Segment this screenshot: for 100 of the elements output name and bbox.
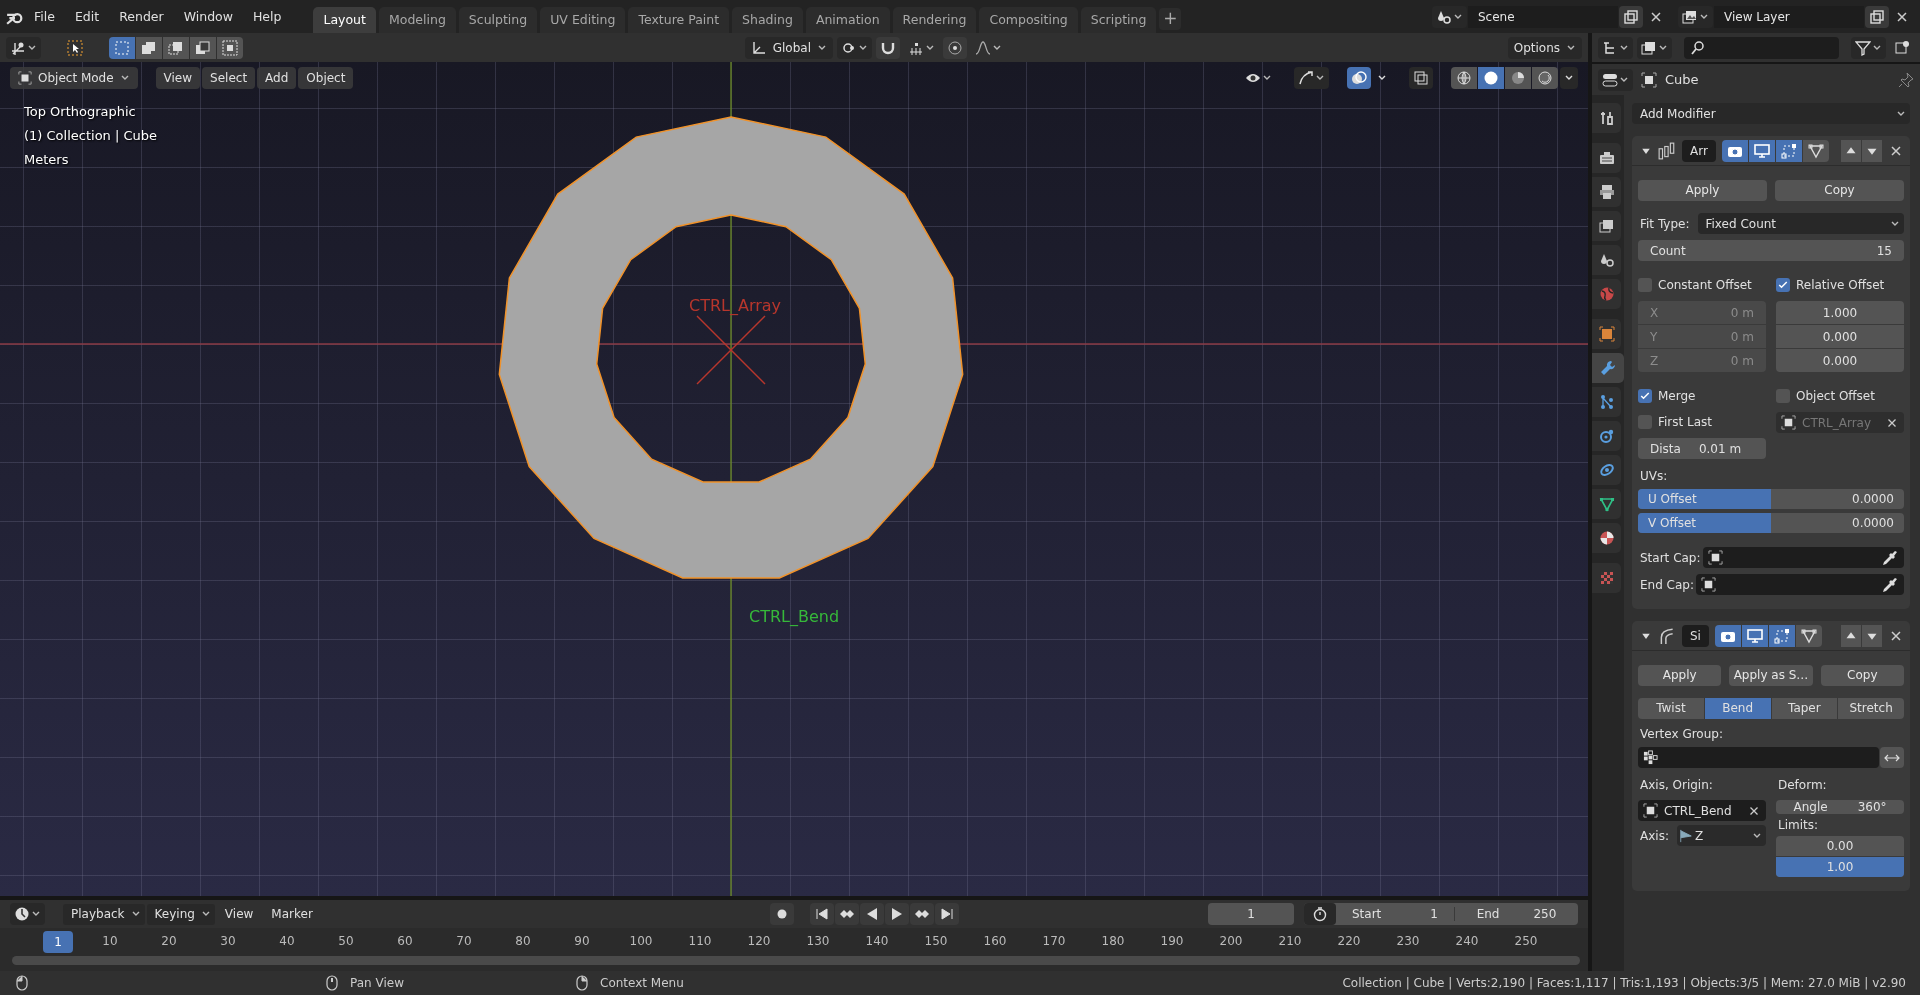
- vertex-group-field[interactable]: [1638, 747, 1879, 768]
- mode-tab[interactable]: Twist: [1638, 698, 1704, 719]
- gizmo-button[interactable]: [1294, 67, 1329, 89]
- menu-item[interactable]: Help: [242, 6, 292, 27]
- snap-button[interactable]: [876, 36, 900, 59]
- stopwatch-button[interactable]: [1304, 903, 1336, 925]
- move-up-button[interactable]: [1841, 139, 1861, 162]
- checkbox[interactable]: First Last: [1638, 412, 1766, 432]
- viewport-menu[interactable]: View: [155, 67, 201, 89]
- visibility-toggle[interactable]: [1802, 139, 1829, 162]
- current-frame-marker[interactable]: 1: [43, 931, 73, 953]
- duplicate-button[interactable]: [1619, 5, 1643, 28]
- modifier-action-button[interactable]: Apply: [1638, 665, 1722, 686]
- search-field[interactable]: [1684, 36, 1839, 59]
- editor-type-button[interactable]: [1598, 36, 1633, 59]
- selector-button[interactable]: [1432, 5, 1467, 28]
- visibility-toggle[interactable]: [1775, 139, 1802, 162]
- shading-menu-button[interactable]: [1560, 67, 1578, 89]
- modifier-name-field[interactable]: Si: [1682, 624, 1709, 647]
- mode-dropdown[interactable]: Object Mode: [10, 67, 138, 89]
- workspace-tab[interactable]: Compositing: [979, 7, 1078, 33]
- angle-field[interactable]: Angle 360°: [1776, 800, 1904, 814]
- workspace-tab[interactable]: Layout: [313, 7, 376, 33]
- timeline-scrollbar[interactable]: [12, 956, 1580, 965]
- timeline-menu[interactable]: View: [216, 903, 262, 925]
- timeline-menu[interactable]: Playback: [63, 903, 145, 925]
- offset-field[interactable]: 1.000: [1776, 301, 1904, 324]
- workspace-tab[interactable]: Texture Paint: [628, 7, 730, 33]
- visibility-toggle[interactable]: [1741, 624, 1768, 647]
- workspace-tab[interactable]: Sculpting: [458, 7, 538, 33]
- jump-end-button[interactable]: [934, 903, 959, 925]
- workspace-tab[interactable]: Shading: [732, 7, 803, 33]
- duplicate-button[interactable]: [1865, 5, 1889, 28]
- visibility-toggle[interactable]: [1748, 139, 1775, 162]
- add-modifier-dropdown[interactable]: Add Modifier: [1632, 103, 1910, 124]
- properties-tab[interactable]: [1592, 211, 1621, 241]
- play-button[interactable]: [884, 903, 909, 925]
- axis-dropdown[interactable]: Z: [1676, 825, 1766, 846]
- editor-type-button[interactable]: [1598, 68, 1633, 91]
- overlays-button[interactable]: [1347, 67, 1371, 89]
- viewport-menu[interactable]: Object: [298, 67, 354, 89]
- ring-mesh[interactable]: [498, 116, 964, 579]
- uv-offset-slider[interactable]: U Offset 0.0000: [1638, 489, 1904, 509]
- pivot-button[interactable]: [837, 36, 872, 59]
- properties-tab[interactable]: [1592, 387, 1621, 417]
- properties-tab[interactable]: [1592, 245, 1621, 275]
- mode-tab[interactable]: Stretch: [1838, 698, 1904, 719]
- properties-tab[interactable]: [1592, 103, 1621, 133]
- shading-button[interactable]: [1505, 67, 1531, 89]
- workspace-tab[interactable]: UV Editing: [540, 7, 626, 33]
- visibility-toggle[interactable]: [1721, 139, 1748, 162]
- end-frame-field[interactable]: End 250: [1454, 907, 1578, 921]
- limit-slider[interactable]: 1.00: [1776, 857, 1904, 877]
- modifier-action-button[interactable]: Apply: [1638, 180, 1767, 201]
- proportional-edit-button[interactable]: [943, 36, 967, 59]
- select-mode-button[interactable]: [136, 36, 162, 59]
- move-down-button[interactable]: [1862, 624, 1882, 647]
- editor-type-button[interactable]: [6, 36, 41, 59]
- workspace-tab[interactable]: Rendering: [892, 7, 977, 33]
- distance-field[interactable]: Dista 0.01 m: [1638, 438, 1766, 459]
- workspace-tab[interactable]: Scripting: [1080, 7, 1157, 33]
- mode-tab[interactable]: Taper: [1771, 698, 1838, 719]
- modifier-action-button[interactable]: Copy: [1820, 665, 1904, 686]
- add-workspace-button[interactable]: +: [1159, 8, 1182, 30]
- current-frame-field[interactable]: 1: [1208, 903, 1294, 925]
- menu-item[interactable]: Window: [173, 6, 243, 27]
- properties-tab[interactable]: [1592, 177, 1621, 207]
- shading-button[interactable]: [1451, 67, 1477, 89]
- orientation-dropdown[interactable]: Global: [744, 36, 833, 59]
- properties-tab[interactable]: [1592, 143, 1621, 173]
- workspace-tab[interactable]: Animation: [805, 7, 890, 33]
- menu-item[interactable]: Render: [109, 6, 174, 27]
- xray-button[interactable]: [1409, 67, 1433, 89]
- editor-type-button[interactable]: [10, 903, 45, 925]
- visibility-toggle[interactable]: [1714, 624, 1741, 647]
- select-mode-button[interactable]: [163, 36, 189, 59]
- checkbox[interactable]: Object Offset: [1776, 386, 1904, 406]
- eyedropper-icon[interactable]: [1883, 576, 1899, 593]
- shading-button[interactable]: [1532, 67, 1558, 89]
- empty-cross[interactable]: [696, 315, 766, 385]
- selector-button[interactable]: [1678, 5, 1713, 28]
- object-field[interactable]: [1696, 574, 1904, 595]
- shading-button[interactable]: [1478, 67, 1504, 89]
- count-field[interactable]: Count 15: [1638, 240, 1904, 261]
- checkbox[interactable]: Constant Offset: [1638, 275, 1766, 295]
- options-dropdown[interactable]: Options: [1507, 36, 1582, 59]
- timeline-menu[interactable]: Marker: [263, 903, 321, 925]
- view-layer-field[interactable]: View Layer: [1714, 5, 1864, 28]
- fit-type-dropdown[interactable]: Fixed Count: [1697, 213, 1904, 234]
- viewport-menu[interactable]: Add: [257, 67, 297, 89]
- checkbox[interactable]: Relative Offset: [1776, 275, 1904, 295]
- offset-field[interactable]: 0.000: [1776, 349, 1904, 372]
- filter-button[interactable]: [1851, 36, 1886, 59]
- select-mode-button[interactable]: [190, 36, 216, 59]
- eyedropper-icon[interactable]: [1883, 549, 1899, 566]
- next-key-button[interactable]: [909, 903, 934, 925]
- select-mode-button[interactable]: [109, 36, 135, 59]
- limit-slider[interactable]: 0.00: [1776, 836, 1904, 856]
- viewport-menu[interactable]: Select: [202, 67, 256, 89]
- workspace-tab[interactable]: Modeling: [378, 7, 456, 33]
